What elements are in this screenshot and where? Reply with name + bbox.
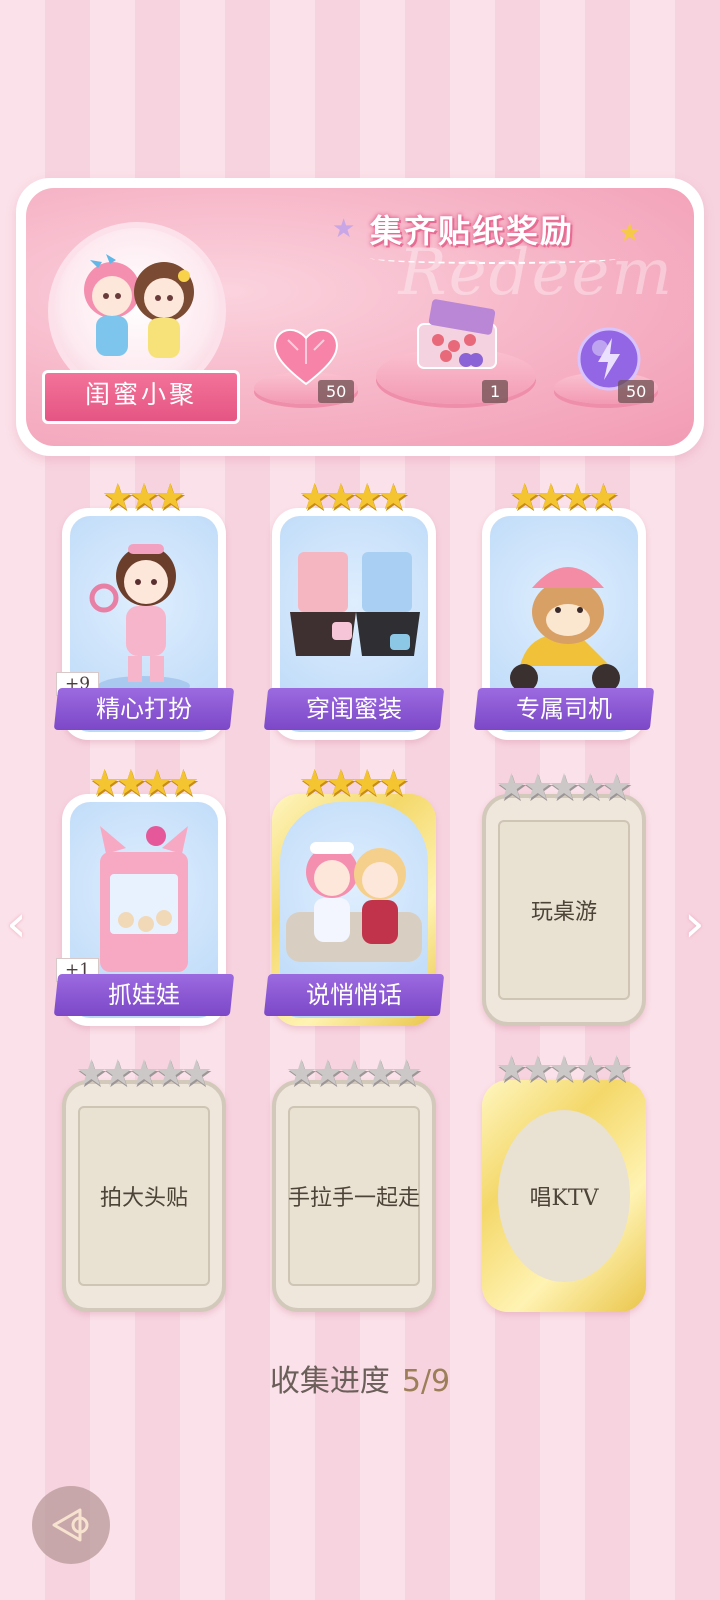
star-rating: ★★★★★ xyxy=(495,767,633,808)
star-rating: ★★★★★ xyxy=(285,1053,423,1094)
sticker-card[interactable]: ★★★★ 说悄悄话 xyxy=(263,766,445,1026)
progress-value: 5/9 xyxy=(401,1364,451,1399)
card-label: 抓娃娃 xyxy=(53,974,235,1016)
gift-box-icon xyxy=(410,298,504,382)
star-rating: ★★★★ xyxy=(508,477,620,518)
card-label: 拍大头贴 xyxy=(99,1186,188,1211)
card-label: 精心打扮 xyxy=(53,688,235,730)
sticker-card[interactable]: ★★★★ 专属司机 xyxy=(473,480,655,740)
sticker-card-locked[interactable]: ★★★★★ 拍大头贴 xyxy=(62,1056,226,1312)
card-label: 手拉手一起走 xyxy=(287,1186,420,1211)
banner-title-underline xyxy=(370,252,620,264)
card-label: 穿闺蜜装 xyxy=(263,688,445,730)
portrait-label: 闺蜜小聚 xyxy=(42,370,240,424)
card-label: 玩桌游 xyxy=(530,900,597,925)
star-deco-icon: ★ xyxy=(618,218,642,248)
reward-count: 50 xyxy=(318,380,355,403)
next-page-arrow-icon[interactable]: › xyxy=(684,894,705,954)
reward-count: 50 xyxy=(618,380,655,403)
star-rating: ★★★★ xyxy=(88,763,200,804)
back-arrow-icon xyxy=(52,1508,89,1542)
star-rating: ★★★ xyxy=(101,477,187,518)
sticker-card[interactable]: ★★★★ 穿闺蜜装 xyxy=(263,480,445,740)
back-button[interactable] xyxy=(32,1486,110,1564)
progress-label: 收集进度 xyxy=(269,1364,390,1399)
card-label: 专属司机 xyxy=(473,688,655,730)
prev-page-arrow-icon[interactable]: ‹ xyxy=(6,894,27,954)
star-rating: ★★★★ xyxy=(298,477,410,518)
collection-progress: 收集进度 5/9 xyxy=(0,1356,720,1400)
star-rating: ★★★★ xyxy=(298,763,410,804)
star-deco-icon: ★ xyxy=(332,214,356,244)
sticker-card[interactable]: ★★★ +9 精心打扮 xyxy=(53,480,235,740)
banner-title: 集齐贴纸奖励 xyxy=(370,212,575,250)
card-label: 唱KTV xyxy=(529,1186,599,1211)
star-rating: ★★★★★ xyxy=(75,1053,213,1094)
sticker-card-locked[interactable]: ★★★★★ 手拉手一起走 xyxy=(272,1056,436,1312)
star-rating: ★★★★★ xyxy=(495,1049,633,1090)
sticker-card[interactable]: ★★★★ +1 抓娃娃 xyxy=(53,766,235,1026)
sticker-card-locked[interactable]: ★★★★★ 唱KTV xyxy=(482,1052,646,1312)
sticker-card-locked[interactable]: ★★★★★ 玩桌游 xyxy=(482,770,646,1026)
reward-count: 1 xyxy=(482,380,509,403)
card-label: 说悄悄话 xyxy=(263,974,445,1016)
